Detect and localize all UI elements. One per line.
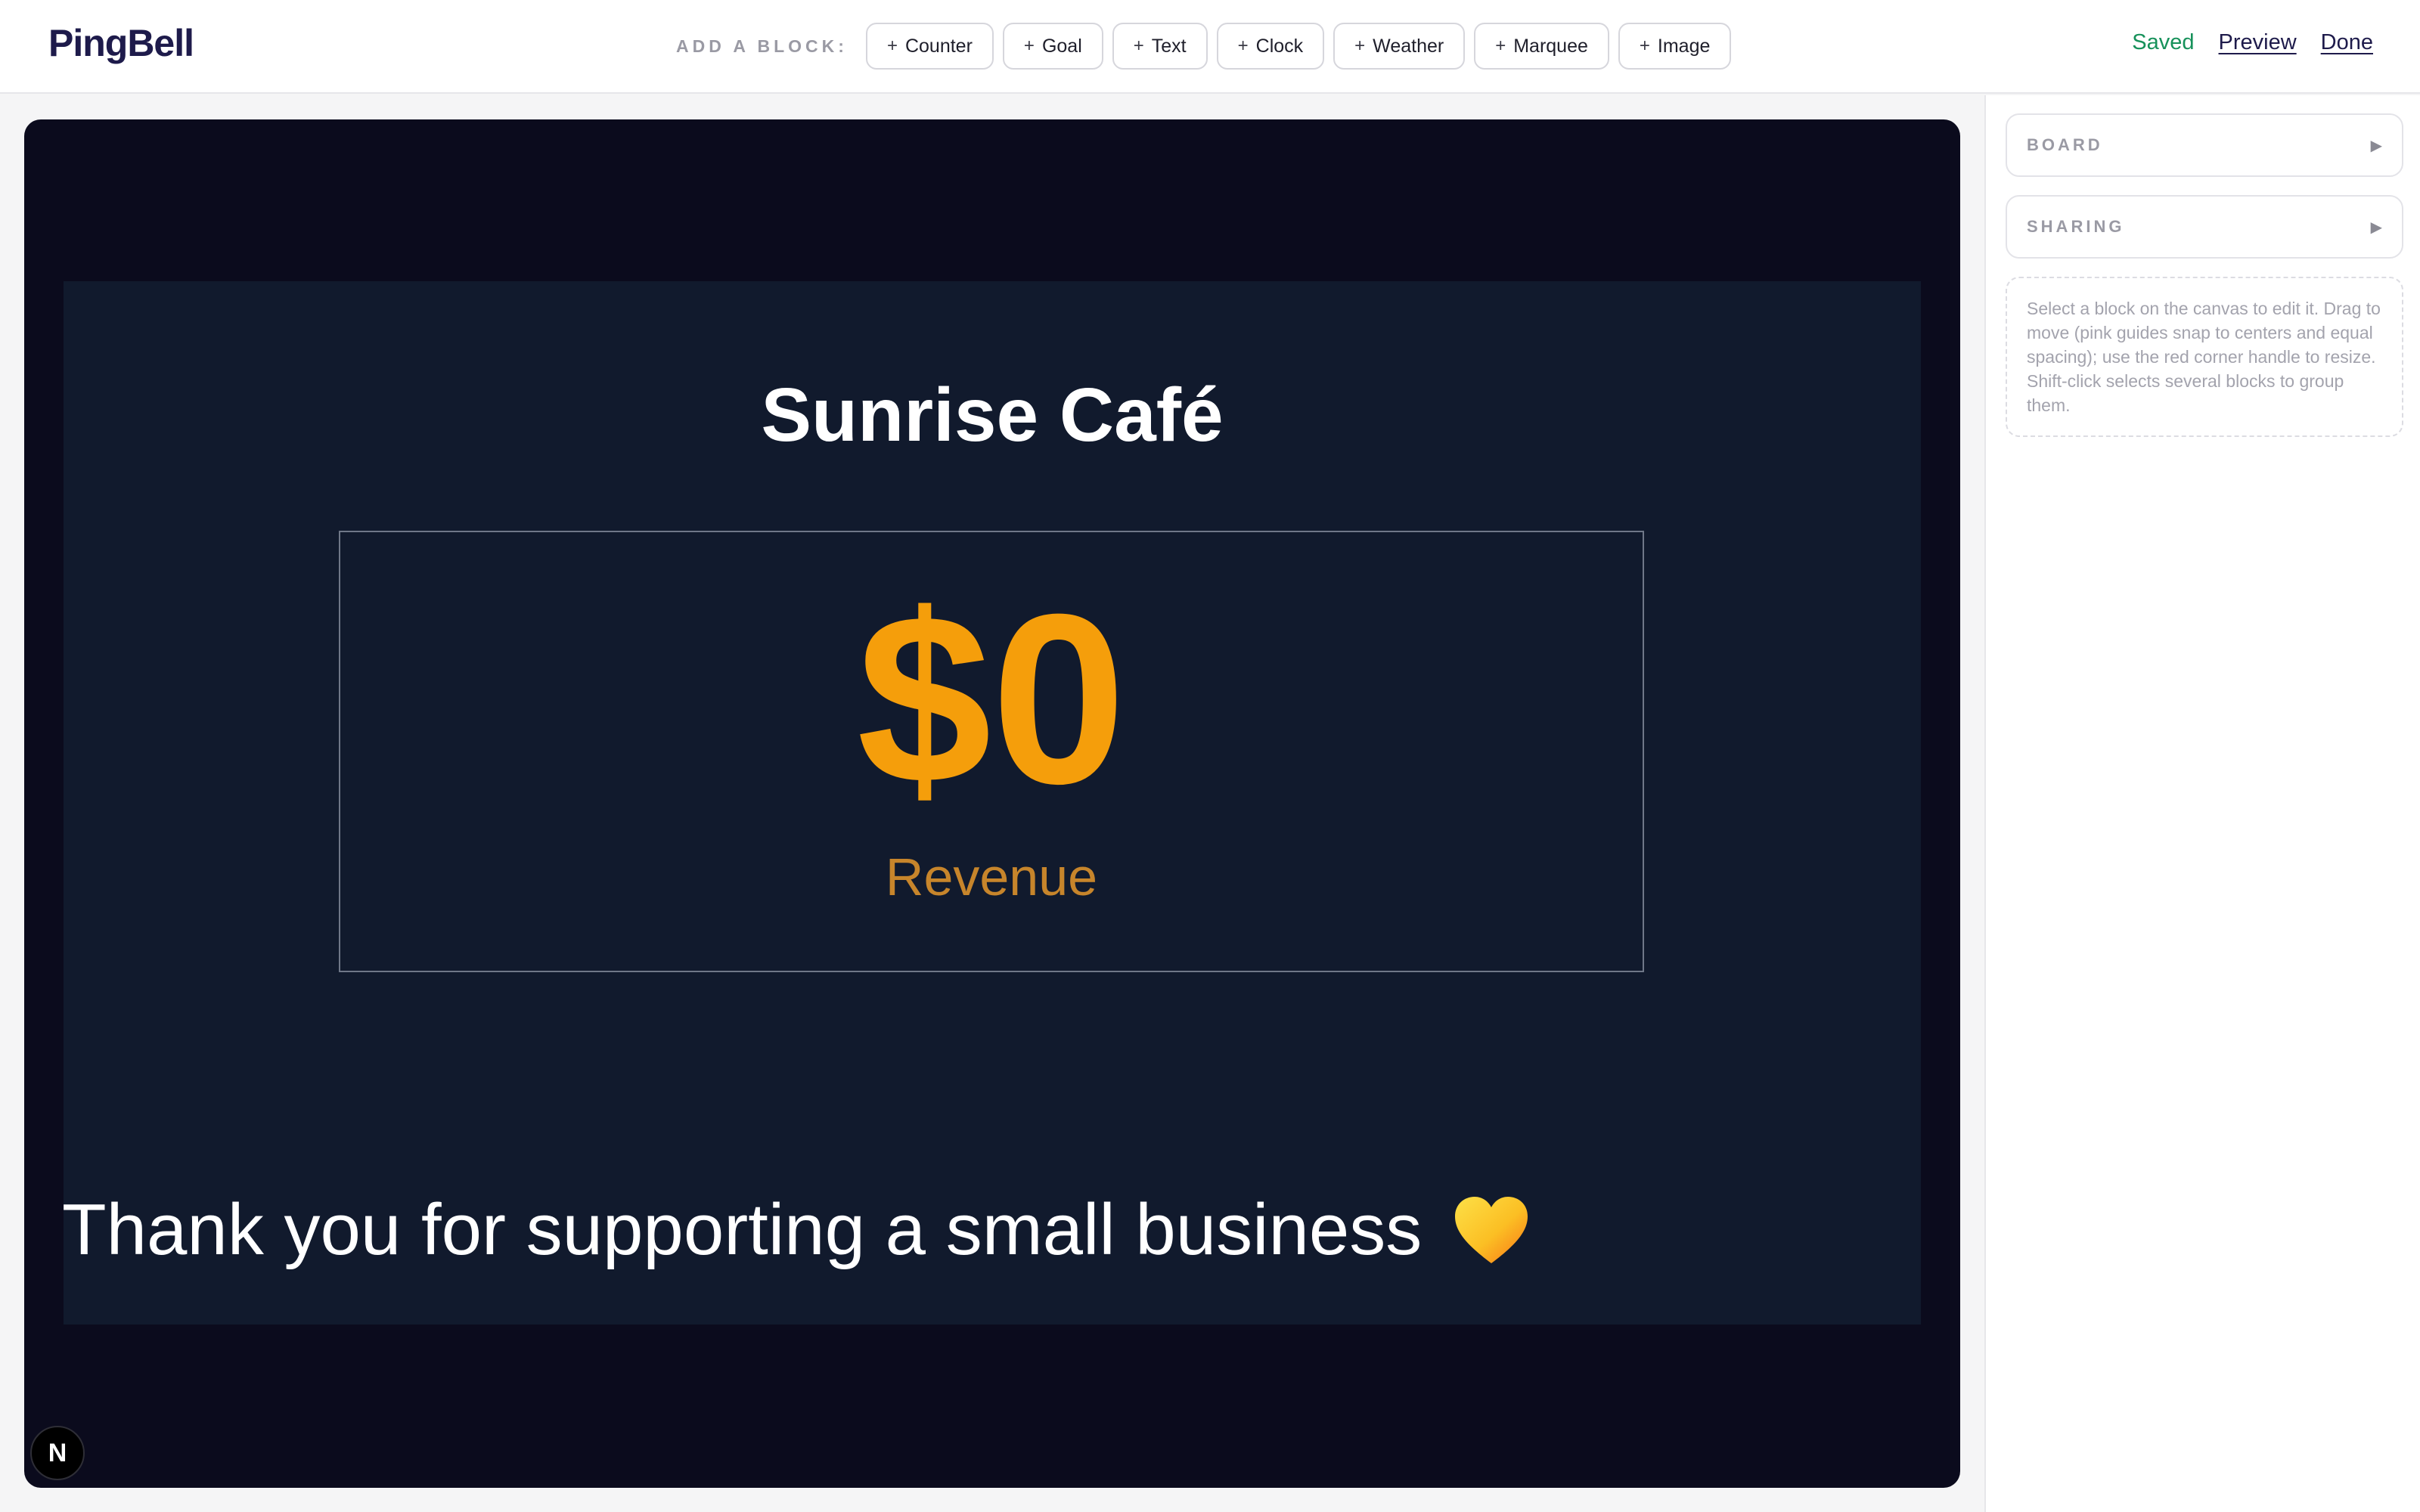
save-status: Saved (2132, 30, 2195, 54)
editor-hint: Select a block on the canvas to edit it.… (2006, 277, 2403, 437)
top-bar: PingBell ADD A BLOCK: + Counter + Goal +… (0, 0, 2420, 94)
header-actions: Saved Preview Done (2132, 30, 2373, 55)
counter-label: Revenue (885, 847, 1098, 906)
board-area[interactable]: Sunrise Café $0 Revenue Thank you for su… (62, 281, 1921, 1325)
marquee-text: Thank you for supporting a small busines… (62, 1189, 1423, 1270)
sharing-section-label: SHARING (2027, 217, 2125, 236)
board-title[interactable]: Sunrise Café (64, 372, 1921, 459)
add-block-label: ADD A BLOCK: (676, 36, 848, 56)
add-goal-button[interactable]: + Goal (1002, 23, 1103, 70)
done-link[interactable]: Done (2321, 30, 2373, 55)
plus-icon: + (1495, 36, 1506, 56)
add-goal-label: Goal (1041, 35, 1082, 57)
add-marquee-label: Marquee (1513, 35, 1588, 57)
plus-icon: + (1133, 36, 1144, 56)
n-badge[interactable]: N (30, 1426, 85, 1480)
plus-icon: + (1639, 36, 1650, 56)
heart-icon (1452, 1194, 1531, 1266)
add-counter-button[interactable]: + Counter (865, 23, 994, 70)
plus-icon: + (1354, 36, 1366, 56)
marquee-block[interactable]: Thank you for supporting a small busines… (62, 1188, 1531, 1272)
add-block-toolbar: ADD A BLOCK: + Counter + Goal + Text + C… (676, 23, 1740, 70)
expand-arrow-icon: ▶ (2370, 218, 2382, 236)
add-weather-label: Weather (1373, 35, 1444, 57)
plus-icon: + (886, 36, 898, 56)
add-clock-label: Clock (1255, 35, 1304, 57)
app-logo: PingBell (48, 22, 194, 64)
counter-value: $0 (857, 563, 1126, 834)
board-section-toggle[interactable]: BOARD ▶ (2006, 113, 2403, 177)
preview-link[interactable]: Preview (2219, 30, 2297, 55)
add-text-label: Text (1151, 35, 1187, 57)
add-counter-label: Counter (904, 35, 973, 57)
expand-arrow-icon: ▶ (2370, 137, 2382, 154)
add-image-button[interactable]: + Image (1618, 23, 1732, 70)
add-weather-button[interactable]: + Weather (1333, 23, 1466, 70)
add-text-button[interactable]: + Text (1112, 23, 1208, 70)
counter-block[interactable]: $0 Revenue (339, 531, 1644, 972)
sharing-section-toggle[interactable]: SHARING ▶ (2006, 195, 2403, 259)
editor-canvas[interactable]: Sunrise Café $0 Revenue Thank you for su… (24, 119, 1960, 1488)
add-marquee-button[interactable]: + Marquee (1474, 23, 1609, 70)
add-image-label: Image (1657, 35, 1711, 57)
board-section-label: BOARD (2027, 135, 2103, 154)
settings-panel: BOARD ▶ SHARING ▶ Select a block on the … (1984, 95, 2420, 1512)
add-clock-button[interactable]: + Clock (1216, 23, 1325, 70)
plus-icon: + (1237, 36, 1249, 56)
plus-icon: + (1023, 36, 1035, 56)
